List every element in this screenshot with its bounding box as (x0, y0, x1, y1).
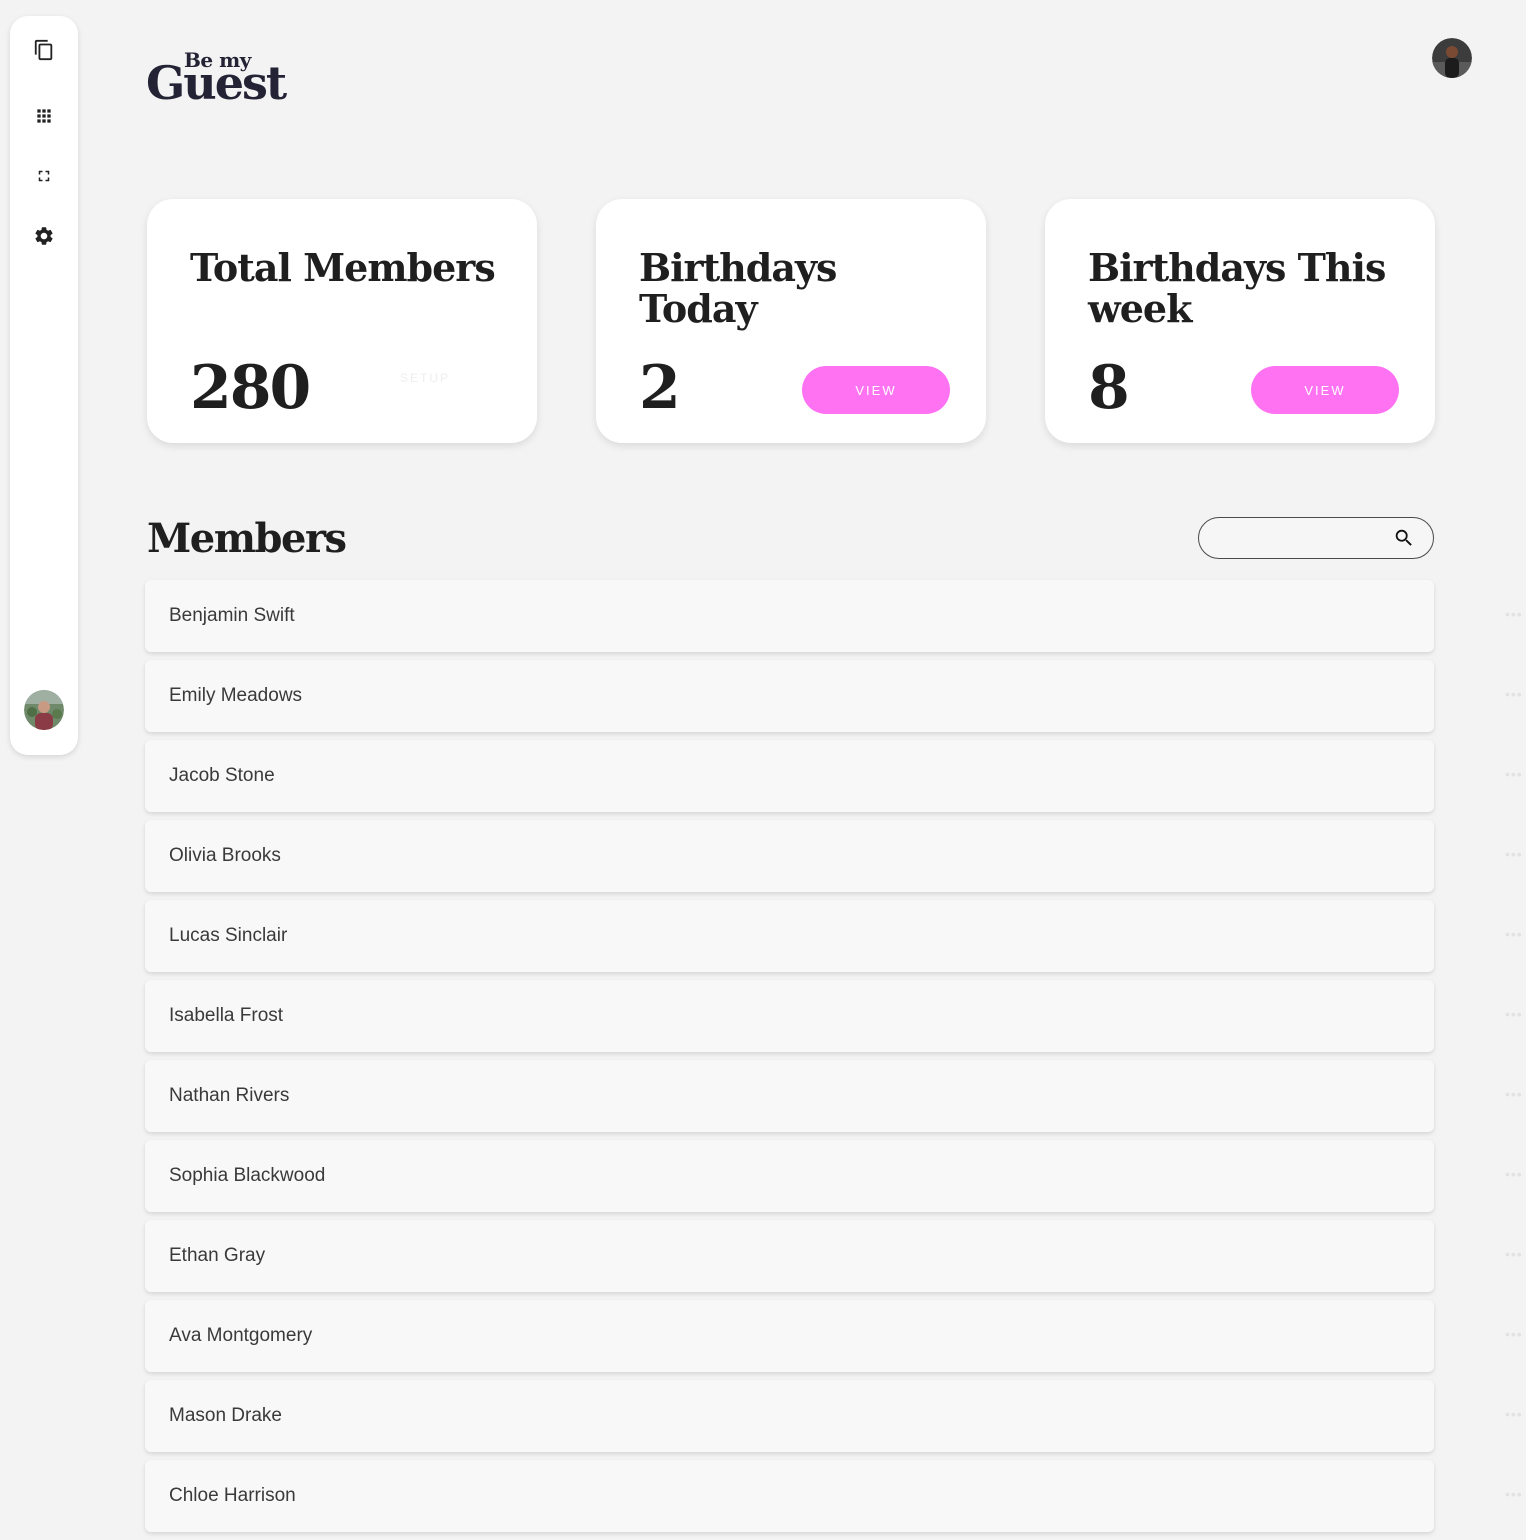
more-options-icon[interactable]: ••• (1505, 1486, 1523, 1502)
view-birthdays-week-button[interactable]: VIEW (1251, 366, 1399, 414)
sidebar (10, 16, 78, 755)
more-options-icon[interactable]: ••• (1505, 1166, 1523, 1182)
total-members-value: 280 (190, 353, 311, 423)
more-options-icon[interactable]: ••• (1505, 1406, 1523, 1422)
member-name: Isabella Frost (169, 1005, 284, 1026)
member-name: Emily Meadows (169, 685, 303, 706)
view-birthdays-today-button[interactable]: VIEW (802, 366, 950, 414)
more-options-icon[interactable]: ••• (1505, 686, 1523, 702)
member-row[interactable]: Lucas Sinclair ••• (145, 900, 1522, 972)
member-name: Ethan Gray (169, 1245, 266, 1266)
member-search (1198, 517, 1434, 559)
member-name: Chloe Harrison (169, 1485, 296, 1506)
member-row[interactable]: Benjamin Swift ••• (145, 580, 1522, 652)
member-row[interactable]: Sophia Blackwood ••• (145, 1140, 1522, 1212)
fullscreen-icon[interactable] (32, 164, 56, 188)
birthdays-today-value: 2 (639, 353, 681, 423)
member-row[interactable]: Emily Meadows ••• (145, 660, 1522, 732)
birthdays-week-card: Birthdays This week 8 VIEW (1045, 199, 1435, 443)
apps-grid-icon[interactable] (32, 104, 56, 128)
sidebar-user-avatar[interactable] (24, 690, 64, 730)
settings-gear-icon[interactable] (32, 224, 56, 248)
more-options-icon[interactable]: ••• (1505, 1326, 1523, 1342)
more-options-icon[interactable]: ••• (1505, 1086, 1523, 1102)
member-row[interactable]: Ava Montgomery ••• (145, 1300, 1522, 1372)
member-name: Sophia Blackwood (169, 1165, 326, 1186)
more-options-icon[interactable]: ••• (1505, 606, 1523, 622)
member-name: Olivia Brooks (169, 845, 281, 866)
member-name: Jacob Stone (169, 765, 275, 786)
more-options-icon[interactable]: ••• (1505, 926, 1523, 942)
app-logo[interactable]: Be my Guest (146, 48, 306, 112)
member-row[interactable]: Nathan Rivers ••• (145, 1060, 1522, 1132)
member-row[interactable]: Chloe Harrison ••• (145, 1460, 1522, 1532)
setup-ghost-label: SETUP (400, 371, 451, 385)
member-name: Lucas Sinclair (169, 925, 288, 946)
member-list: Benjamin Swift ••• Emily Meadows ••• Jacob S… (145, 580, 1522, 1540)
members-heading: Members (147, 515, 347, 562)
more-options-icon[interactable]: ••• (1505, 766, 1523, 782)
birthdays-today-card: Birthdays Today 2 VIEW (596, 199, 986, 443)
more-options-icon[interactable]: ••• (1505, 1246, 1523, 1262)
logo-big-text: Guest (146, 56, 287, 110)
copy-icon[interactable] (32, 38, 56, 62)
member-row[interactable]: Jacob Stone ••• (145, 740, 1522, 812)
birthdays-week-value: 8 (1088, 353, 1130, 423)
member-name: Mason Drake (169, 1405, 282, 1426)
member-row[interactable]: Isabella Frost ••• (145, 980, 1522, 1052)
member-name: Benjamin Swift (169, 605, 295, 626)
member-row[interactable]: Olivia Brooks ••• (145, 820, 1522, 892)
member-row[interactable]: Ethan Gray ••• (145, 1220, 1522, 1292)
more-options-icon[interactable]: ••• (1505, 846, 1523, 862)
total-members-card: Total Members 280 SETUP (147, 199, 537, 443)
birthdays-week-title: Birthdays This week (1088, 245, 1386, 331)
total-members-title: Total Members (190, 245, 496, 290)
profile-avatar[interactable] (1432, 38, 1472, 78)
member-name: Ava Montgomery (169, 1325, 313, 1346)
search-input[interactable] (1213, 526, 1387, 552)
member-name: Nathan Rivers (169, 1085, 290, 1106)
search-icon[interactable] (1393, 527, 1415, 549)
birthdays-today-title: Birthdays Today (639, 245, 837, 331)
member-row[interactable]: Mason Drake ••• (145, 1380, 1522, 1452)
more-options-icon[interactable]: ••• (1505, 1006, 1523, 1022)
